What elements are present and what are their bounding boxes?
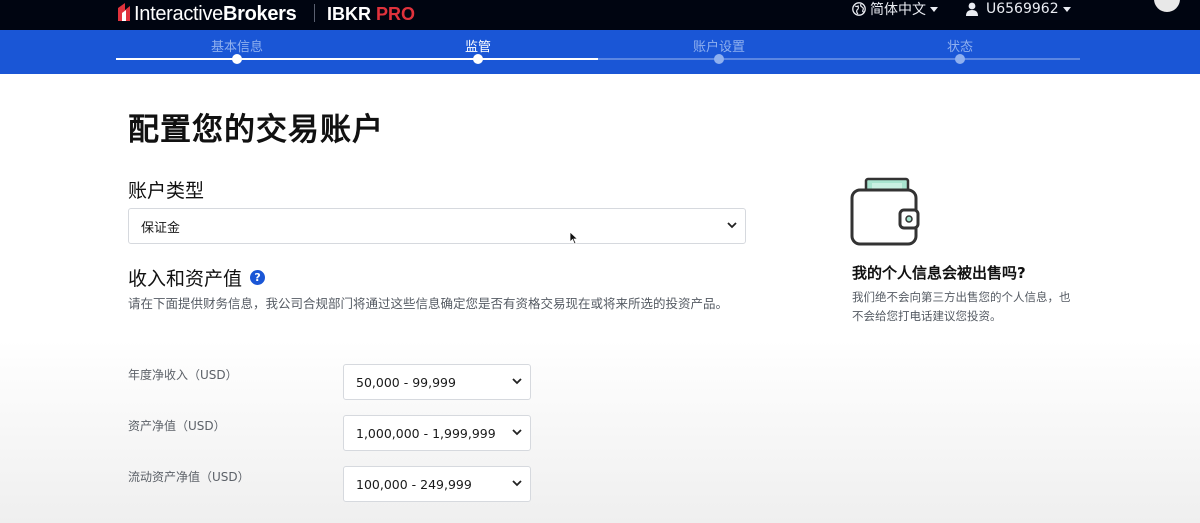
ib-logo-icon bbox=[118, 3, 130, 21]
annual-income-select[interactable]: 50,000 - 99,999 bbox=[343, 364, 531, 400]
chevron-down-icon bbox=[512, 429, 522, 436]
annual-income-value: 50,000 - 99,999 bbox=[356, 374, 456, 390]
income-assets-heading: 收入和资产值 ? bbox=[128, 264, 266, 291]
net-worth-value: 1,000,000 - 1,999,999 bbox=[356, 425, 496, 441]
page-title: 配置您的交易账户 bbox=[128, 112, 384, 148]
brand-divider bbox=[314, 4, 315, 22]
product-name: IBKR PRO bbox=[327, 3, 415, 25]
brand-name-regular: Interactive bbox=[134, 3, 223, 25]
account-type-value: 保证金 bbox=[141, 220, 181, 236]
step-dot-regulatory bbox=[473, 54, 483, 64]
liquid-net-worth-label: 流动资产净值（USD） bbox=[128, 470, 250, 484]
chevron-down-icon bbox=[512, 480, 522, 487]
income-description: 请在下面提供财务信息，我公司合规部门将通过这些信息确定您是否有资格交易现在或将来… bbox=[128, 296, 729, 311]
account-type-heading: 账户类型 bbox=[128, 180, 205, 202]
globe-icon bbox=[852, 2, 866, 16]
liquid-net-worth-select[interactable]: 100,000 - 249,999 bbox=[343, 466, 531, 502]
language-selector[interactable]: 简体中文 bbox=[852, 0, 938, 18]
product-accent-label: PRO bbox=[376, 4, 416, 24]
chevron-down-icon bbox=[512, 378, 522, 385]
step-dot-status bbox=[955, 54, 965, 64]
progress-stepper: 基本信息 监管 账户设置 状态 bbox=[0, 30, 1200, 74]
chevron-down-icon bbox=[930, 6, 938, 12]
product-label: IBKR bbox=[327, 4, 371, 24]
step-dot-basic-info bbox=[232, 54, 242, 64]
chevron-down-icon bbox=[1062, 6, 1071, 12]
step-label-regulatory: 监管 bbox=[464, 40, 492, 55]
net-worth-select[interactable]: 1,000,000 - 1,999,999 bbox=[343, 415, 531, 451]
wallet-icon bbox=[850, 177, 920, 246]
account-type-select[interactable]: 保证金 bbox=[128, 208, 746, 244]
mouse-cursor-icon bbox=[569, 231, 579, 245]
username-label: U6569962 bbox=[986, 1, 1059, 17]
annual-income-label: 年度净收入（USD） bbox=[128, 368, 238, 382]
step-label-status: 状态 bbox=[946, 40, 974, 55]
corner-circle-button[interactable] bbox=[1154, 0, 1180, 12]
step-dot-account-settings bbox=[714, 54, 724, 64]
stepper-track-progress bbox=[116, 58, 598, 60]
income-assets-heading-text: 收入和资产值 bbox=[128, 268, 243, 290]
chevron-down-icon bbox=[727, 222, 737, 229]
step-label-basic-info: 基本信息 bbox=[210, 40, 264, 55]
language-label: 简体中文 bbox=[870, 2, 926, 18]
brand-wordmark: InteractiveBrokers bbox=[134, 3, 297, 25]
top-header: InteractiveBrokers IBKR PRO 简体中文 U656996… bbox=[0, 0, 1200, 30]
brand-name-bold: Brokers bbox=[222, 3, 297, 25]
question-circle-icon[interactable]: ? bbox=[250, 270, 266, 285]
user-icon bbox=[966, 2, 978, 16]
net-worth-label: 资产净值（USD） bbox=[128, 419, 226, 433]
privacy-answer-text: 我们绝不会向第三方出售您的个人信息，也不会给您打电话建议您投资。 bbox=[852, 290, 1071, 323]
user-menu[interactable]: U6569962 bbox=[966, 0, 1071, 18]
privacy-question-title: 我的个人信息会被出售吗? bbox=[852, 264, 1026, 282]
step-label-account-settings: 账户设置 bbox=[692, 40, 746, 55]
liquid-net-worth-value: 100,000 - 249,999 bbox=[356, 476, 472, 492]
